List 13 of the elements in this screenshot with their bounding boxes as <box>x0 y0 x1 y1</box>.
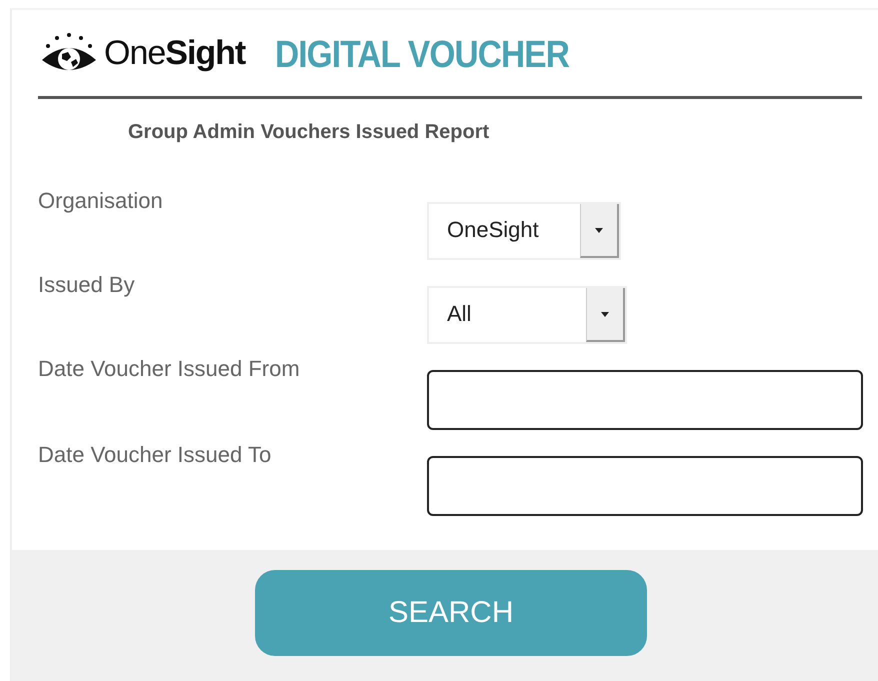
dropdown-field[interactable]: OneSight <box>427 202 621 260</box>
brand-logo-text: OneSight <box>104 34 246 72</box>
field-label: Issued By <box>38 272 136 299</box>
dropdown-field[interactable]: All <box>427 286 627 344</box>
field-label: Date Voucher Issued To <box>38 442 272 469</box>
page-title: DIGITAL VOUCHER <box>275 34 570 76</box>
field-label: Date Voucher Issued From <box>38 356 301 383</box>
report-title: Group Admin Vouchers Issued Report <box>128 121 490 144</box>
date-input-field[interactable] <box>427 456 863 516</box>
field-label: Organisation <box>38 188 164 215</box>
date-input-field[interactable] <box>427 370 863 430</box>
caret-icon <box>601 312 609 316</box>
caret-icon <box>595 228 603 232</box>
